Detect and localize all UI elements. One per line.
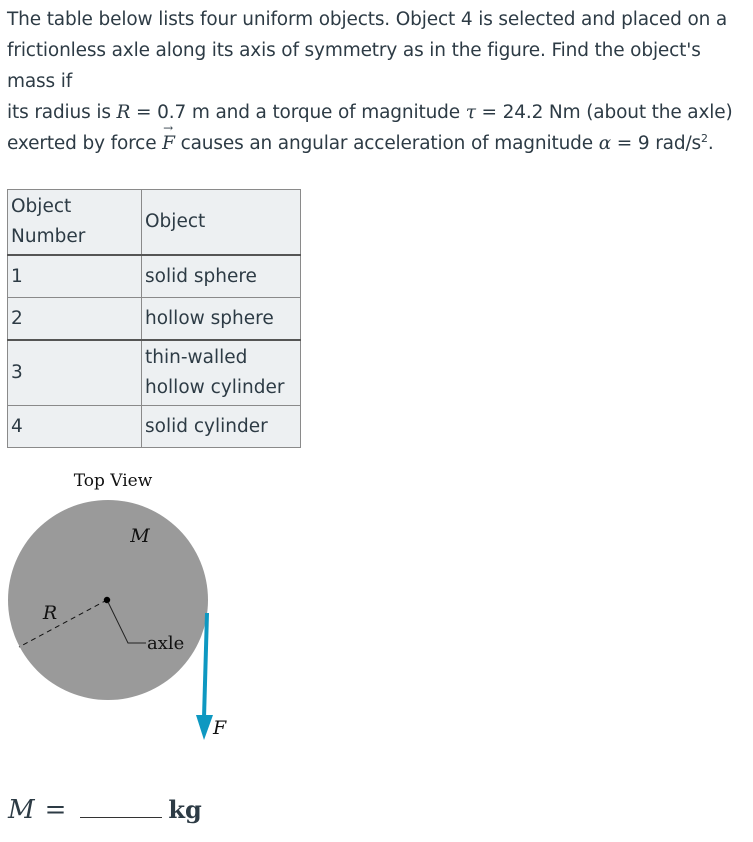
answer-blank[interactable] <box>80 799 163 818</box>
table-header-row: Object Number Object <box>7 189 301 256</box>
mass-label: M <box>129 525 150 547</box>
force-arrow-head <box>196 715 213 740</box>
table-row: 2 hollow sphere <box>7 297 301 341</box>
radius-symbol: R <box>116 102 131 123</box>
table-row: 1 solid sphere <box>7 254 301 298</box>
object-number: 3 <box>7 339 142 406</box>
header-object-number: Object Number <box>7 189 142 256</box>
table-row: 3 thin-walled hollow cylinder <box>7 339 301 406</box>
object-number: 1 <box>7 254 142 298</box>
axle-point <box>103 596 111 604</box>
problem-line-4: exerted by force F causes an angular acc… <box>7 113 747 159</box>
object-name: solid sphere <box>141 254 301 298</box>
radius-label: R <box>42 602 57 624</box>
object-name: hollow sphere <box>141 297 301 341</box>
figure-title: Top View <box>74 471 153 491</box>
problem-line-1: The table below lists four uniform objec… <box>7 9 728 30</box>
problem-line-2: frictionless axle along its axis of symm… <box>7 40 701 92</box>
object-number: 2 <box>7 297 142 341</box>
equals-sign: = <box>44 795 67 825</box>
objects-table: Object Number Object 1 solid sphere 2 ho… <box>7 189 301 448</box>
force-arrow-shaft <box>202 612 209 719</box>
problem-statement: The table below lists four uniform objec… <box>7 4 747 159</box>
axle-label: axle <box>147 633 184 654</box>
object-name: thin-walled hollow cylinder <box>141 339 301 406</box>
answer-symbol: M <box>8 795 35 825</box>
problem-line-3: its radius is R = 0.7 m and a torque of … <box>7 102 733 123</box>
header-object: Object <box>141 189 301 256</box>
torque-symbol: τ <box>465 102 476 123</box>
alpha-value: 9 rad/s <box>637 133 702 154</box>
object-name: solid cylinder <box>141 405 301 448</box>
force-vector-symbol: F <box>162 113 175 159</box>
answer-row: M = kg <box>8 795 202 825</box>
object-number: 4 <box>7 405 142 448</box>
torque-value: 24.2 Nm (about the axle) <box>502 102 733 123</box>
unit-label: kg <box>168 795 202 824</box>
top-view-figure: Top View M R axle F <box>8 471 227 740</box>
alpha-symbol: α <box>598 133 612 154</box>
force-label: F <box>212 717 227 739</box>
table-row: 4 solid cylinder <box>7 405 301 448</box>
